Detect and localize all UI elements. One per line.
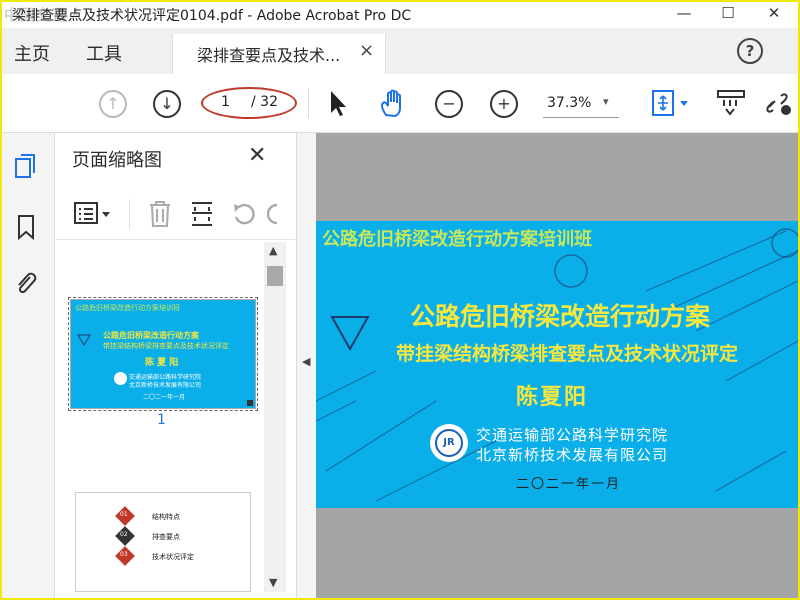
toolbar-separator xyxy=(308,88,309,118)
triangle-decoration xyxy=(77,334,91,346)
thumb1-logo xyxy=(114,372,127,385)
delete-page-icon[interactable] xyxy=(147,199,173,229)
slide-author: 陈夏阳 xyxy=(516,385,589,410)
chevron-down-icon: ▾ xyxy=(603,95,609,108)
thumb2-label-1: 结构特点 xyxy=(152,513,180,521)
current-page-input[interactable]: 1 xyxy=(221,94,230,110)
thumb1-org2: 北京新桥技术发展有限公司 xyxy=(129,382,202,389)
acrobat-window: 中国交通人 梁排查要点及技术状况评定0104.pdf - Adobe Acrob… xyxy=(0,0,800,600)
rotate-counterclockwise-icon[interactable] xyxy=(231,201,257,227)
panel-toolbar xyxy=(55,191,295,240)
slide-date: 二〇二一年一月 xyxy=(516,477,622,492)
page-thumbnail-1-number: 1 xyxy=(157,412,166,428)
toolbar: ↑ ↓ 1 / 32 − + 37.3% ▾ xyxy=(2,74,798,133)
highlight-oval xyxy=(201,87,297,119)
thumb1-author: 陈 夏 阳 xyxy=(145,358,179,368)
select-tool-icon[interactable] xyxy=(326,88,348,122)
thumb1-date: 二〇二一年一月 xyxy=(143,394,186,401)
share-link-icon[interactable] xyxy=(764,88,794,122)
left-navigation-rail xyxy=(2,133,55,598)
document-tab-close-button[interactable]: × xyxy=(359,40,374,61)
institute-logo: JR xyxy=(430,424,468,462)
thumb1-banner: 公路危旧桥梁改造行动方案培训班 xyxy=(75,304,180,312)
slide-org-1: 交通运输部公路科学研究院 xyxy=(476,426,669,444)
page-thumbnail-2[interactable]: 01 结构特点 02 排查要点 03 技术状况评定 xyxy=(75,492,251,592)
close-window-button[interactable]: ✕ xyxy=(752,2,796,26)
total-pages-label: / 32 xyxy=(251,94,278,110)
thumb2-label-3: 技术状况评定 xyxy=(152,553,194,561)
thumb1-subtitle: 带挂梁结构桥梁排查要点及技术状况评定 xyxy=(103,342,229,350)
thumb1-title: 公路危旧桥梁改造行动方案 xyxy=(103,331,199,340)
next-page-button[interactable]: ↓ xyxy=(153,90,181,118)
thumb1-resize-handle[interactable] xyxy=(247,400,253,406)
scroll-thumb[interactable] xyxy=(267,266,283,286)
slide-banner: 公路危旧桥梁改造行动方案培训班 xyxy=(322,229,592,250)
thumb2-num-1: 01 xyxy=(120,511,128,518)
minimize-button[interactable]: — xyxy=(662,2,706,26)
thumbnail-options-icon[interactable] xyxy=(73,201,113,227)
scroll-up-arrow[interactable]: ▲ xyxy=(269,244,277,257)
zoom-level-dropdown[interactable]: 37.3% ▾ xyxy=(543,89,619,118)
thumb2-num-3: 03 xyxy=(120,551,128,558)
slide-subtitle: 带挂梁结构桥梁排查要点及技术状况评定 xyxy=(396,343,739,365)
fit-page-icon[interactable] xyxy=(650,88,692,122)
pdf-page-1: 公路危旧桥梁改造行动方案培训班 公路危旧桥梁改造行动方案 带挂梁结构桥梁排查要点… xyxy=(316,221,798,508)
page-thumbnails-icon[interactable] xyxy=(12,153,40,181)
document-tab[interactable]: 梁排查要点及技术... × xyxy=(172,34,386,75)
zoom-level-value: 37.3% xyxy=(547,95,592,111)
panel-title: 页面缩略图 xyxy=(72,150,162,171)
document-tab-label: 梁排查要点及技术... xyxy=(197,46,341,65)
hand-tool-icon[interactable] xyxy=(378,87,408,121)
document-view[interactable]: 公路危旧桥梁改造行动方案培训班 公路危旧桥梁改造行动方案 带挂梁结构桥梁排查要点… xyxy=(316,133,798,598)
maximize-button[interactable]: ☐ xyxy=(706,2,750,26)
thumb2-label-2: 排查要点 xyxy=(152,533,180,541)
thumb2-num-2: 02 xyxy=(120,531,128,538)
panel-close-button[interactable]: ✕ xyxy=(248,143,266,168)
title-bar: 中国交通人 梁排查要点及技术状况评定0104.pdf - Adobe Acrob… xyxy=(2,2,798,28)
zoom-out-button[interactable]: − xyxy=(435,90,463,118)
page-number-box: 1 / 32 xyxy=(201,87,297,119)
extract-page-icon[interactable] xyxy=(189,199,215,229)
slide-org-2: 北京新桥技术发展有限公司 xyxy=(476,446,669,464)
bookmark-icon[interactable] xyxy=(12,213,40,241)
scroll-mode-icon[interactable] xyxy=(716,88,746,122)
previous-page-button[interactable]: ↑ xyxy=(99,90,127,118)
thumbnail-scrollbar[interactable]: ▲ ▼ xyxy=(264,242,286,592)
panel-collapse-divider[interactable]: ◀ xyxy=(296,133,317,598)
page-thumbnail-1[interactable]: 公路危旧桥梁改造行动方案培训班 公路危旧桥梁改造行动方案 带挂梁结构桥梁排查要点… xyxy=(68,297,258,411)
collapse-arrow-icon[interactable]: ◀ xyxy=(302,355,310,368)
window-title: 梁排查要点及技术状况评定0104.pdf - Adobe Acrobat Pro… xyxy=(12,8,412,24)
tab-tools[interactable]: 工具 xyxy=(86,40,122,66)
help-button[interactable]: ? xyxy=(737,38,763,64)
tab-row: 主页 工具 梁排查要点及技术... × ? xyxy=(2,28,798,75)
zoom-in-button[interactable]: + xyxy=(490,90,518,118)
rotate-clockwise-icon[interactable] xyxy=(267,201,279,227)
panel-toolbar-separator xyxy=(129,199,130,229)
tab-home[interactable]: 主页 xyxy=(14,40,50,66)
slide-title: 公路危旧桥梁改造行动方案 xyxy=(410,302,711,331)
attachment-icon[interactable] xyxy=(12,269,40,297)
scroll-down-arrow[interactable]: ▼ xyxy=(269,576,277,589)
